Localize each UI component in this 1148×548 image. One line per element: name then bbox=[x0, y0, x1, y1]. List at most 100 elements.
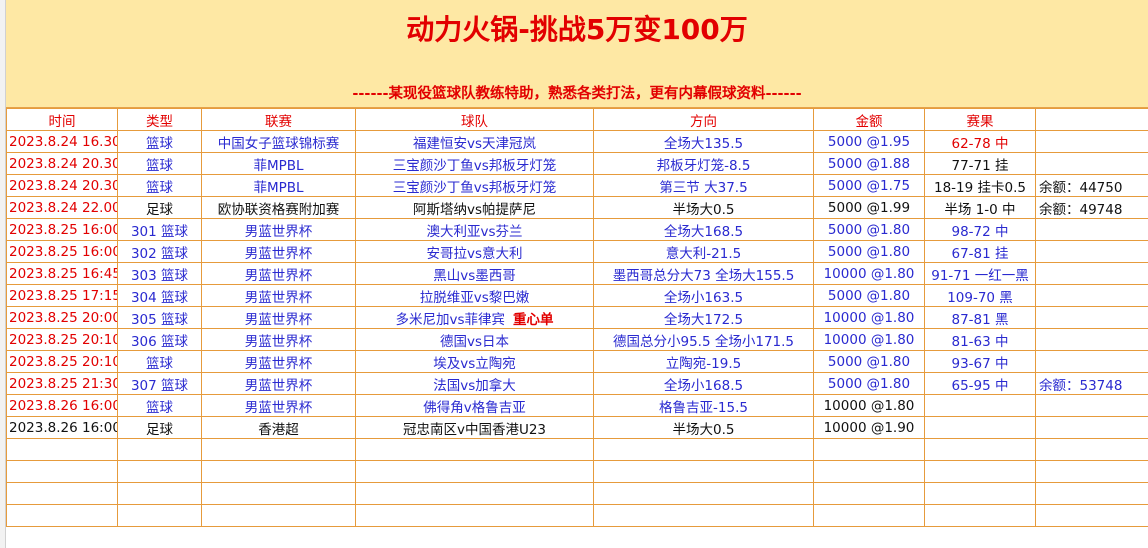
cell-time[interactable]: 2023.8.26 16:00 bbox=[6, 416, 118, 439]
cell-balance[interactable] bbox=[1035, 306, 1148, 329]
cell-type[interactable]: 306 篮球 bbox=[117, 328, 202, 351]
cell-type[interactable]: 篮球 bbox=[117, 130, 202, 153]
cell-result[interactable]: 91-71 一红一黑 bbox=[924, 262, 1036, 285]
cell-league[interactable]: 男蓝世界杯 bbox=[201, 218, 356, 241]
cell-time[interactable]: 2023.8.26 16:00 bbox=[6, 394, 118, 417]
cell-balance[interactable] bbox=[1035, 284, 1148, 307]
cell-league[interactable]: 香港超 bbox=[201, 416, 356, 439]
empty-cell[interactable] bbox=[1035, 504, 1148, 527]
cell-teams[interactable]: 三宝颜沙丁鱼vs邦板牙灯笼 bbox=[355, 152, 594, 175]
empty-cell[interactable] bbox=[813, 438, 925, 461]
cell-type[interactable]: 篮球 bbox=[117, 152, 202, 175]
cell-teams[interactable]: 多米尼加vs菲律宾 重心单 bbox=[355, 306, 594, 329]
cell-league[interactable]: 男蓝世界杯 bbox=[201, 350, 356, 373]
cell-balance[interactable] bbox=[1035, 262, 1148, 285]
empty-cell[interactable] bbox=[355, 504, 594, 527]
empty-cell[interactable] bbox=[593, 460, 814, 483]
cell-time[interactable]: 2023.8.25 20:00 bbox=[6, 306, 118, 329]
empty-cell[interactable] bbox=[117, 460, 202, 483]
cell-time[interactable]: 2023.8.25 16:00 bbox=[6, 218, 118, 241]
cell-teams[interactable]: 法国vs加拿大 bbox=[355, 372, 594, 395]
cell-pick[interactable]: 立陶宛-19.5 bbox=[593, 350, 814, 373]
cell-balance[interactable]: 余额：53748 bbox=[1035, 372, 1148, 395]
empty-cell[interactable] bbox=[117, 504, 202, 527]
cell-pick[interactable]: 第三节 大37.5 bbox=[593, 174, 814, 197]
cell-result[interactable]: 93-67 中 bbox=[924, 350, 1036, 373]
cell-teams[interactable]: 安哥拉vs意大利 bbox=[355, 240, 594, 263]
empty-cell[interactable] bbox=[593, 504, 814, 527]
column-header[interactable]: 时间 bbox=[6, 108, 118, 131]
empty-cell[interactable] bbox=[1035, 438, 1148, 461]
empty-cell[interactable] bbox=[6, 460, 118, 483]
cell-time[interactable]: 2023.8.25 20:10 bbox=[6, 350, 118, 373]
cell-stake[interactable]: 5000 @1.80 bbox=[813, 350, 925, 373]
cell-time[interactable]: 2023.8.24 20.30 bbox=[6, 174, 118, 197]
cell-pick[interactable]: 邦板牙灯笼-8.5 bbox=[593, 152, 814, 175]
cell-balance[interactable] bbox=[1035, 218, 1148, 241]
cell-type[interactable]: 篮球 bbox=[117, 394, 202, 417]
cell-result[interactable] bbox=[924, 416, 1036, 439]
column-header[interactable]: 类型 bbox=[117, 108, 202, 131]
cell-stake[interactable]: 10000 @1.80 bbox=[813, 262, 925, 285]
empty-cell[interactable] bbox=[1035, 460, 1148, 483]
empty-cell[interactable] bbox=[201, 438, 356, 461]
empty-cell[interactable] bbox=[924, 504, 1036, 527]
cell-balance[interactable]: 余额：44750 bbox=[1035, 174, 1148, 197]
empty-cell[interactable] bbox=[924, 438, 1036, 461]
cell-result[interactable]: 98-72 中 bbox=[924, 218, 1036, 241]
cell-stake[interactable]: 5000 @1.88 bbox=[813, 152, 925, 175]
cell-type[interactable]: 305 篮球 bbox=[117, 306, 202, 329]
cell-stake[interactable]: 5000 @1.99 bbox=[813, 196, 925, 219]
cell-pick[interactable]: 半场大0.5 bbox=[593, 196, 814, 219]
cell-stake[interactable]: 5000 @1.80 bbox=[813, 240, 925, 263]
cell-teams[interactable]: 阿斯塔纳vs帕提萨尼 bbox=[355, 196, 594, 219]
cell-stake[interactable]: 10000 @1.80 bbox=[813, 394, 925, 417]
cell-stake[interactable]: 5000 @1.75 bbox=[813, 174, 925, 197]
column-header[interactable]: 金额 bbox=[813, 108, 925, 131]
cell-teams[interactable]: 黑山vs墨西哥 bbox=[355, 262, 594, 285]
cell-result[interactable]: 77-71 挂 bbox=[924, 152, 1036, 175]
empty-cell[interactable] bbox=[201, 504, 356, 527]
cell-stake[interactable]: 5000 @1.95 bbox=[813, 130, 925, 153]
column-header[interactable] bbox=[1035, 108, 1148, 131]
cell-type[interactable]: 篮球 bbox=[117, 350, 202, 373]
column-header[interactable]: 赛果 bbox=[924, 108, 1036, 131]
cell-time[interactable]: 2023.8.24 22.00 bbox=[6, 196, 118, 219]
empty-cell[interactable] bbox=[117, 482, 202, 505]
cell-time[interactable]: 2023.8.25 20:10 bbox=[6, 328, 118, 351]
cell-time[interactable]: 2023.8.25 16:00 bbox=[6, 240, 118, 263]
cell-stake[interactable]: 5000 @1.80 bbox=[813, 218, 925, 241]
cell-league[interactable]: 男蓝世界杯 bbox=[201, 372, 356, 395]
cell-pick[interactable]: 全场小163.5 bbox=[593, 284, 814, 307]
empty-cell[interactable] bbox=[593, 482, 814, 505]
cell-type[interactable]: 303 篮球 bbox=[117, 262, 202, 285]
cell-pick[interactable]: 全场大135.5 bbox=[593, 130, 814, 153]
cell-result[interactable]: 67-81 挂 bbox=[924, 240, 1036, 263]
empty-cell[interactable] bbox=[6, 482, 118, 505]
cell-teams[interactable]: 福建恒安vs天津冠岚 bbox=[355, 130, 594, 153]
banner-merged-cell[interactable]: 动力火锅-挑战5万变100万 ------某现役篮球队教练特助，熟悉各类打法，更… bbox=[6, 0, 1148, 108]
cell-result[interactable]: 18-19 挂卡0.5 bbox=[924, 174, 1036, 197]
cell-teams[interactable]: 佛得角v格鲁吉亚 bbox=[355, 394, 594, 417]
empty-cell[interactable] bbox=[355, 482, 594, 505]
cell-league[interactable]: 菲MPBL bbox=[201, 174, 356, 197]
cell-stake[interactable]: 10000 @1.80 bbox=[813, 328, 925, 351]
cell-balance[interactable] bbox=[1035, 350, 1148, 373]
cell-time[interactable]: 2023.8.25 16:45 bbox=[6, 262, 118, 285]
cell-balance[interactable] bbox=[1035, 152, 1148, 175]
cell-result[interactable]: 109-70 黑 bbox=[924, 284, 1036, 307]
cell-type[interactable]: 307 篮球 bbox=[117, 372, 202, 395]
cell-balance[interactable]: 余额：49748 bbox=[1035, 196, 1148, 219]
empty-cell[interactable] bbox=[6, 438, 118, 461]
cell-type[interactable]: 304 篮球 bbox=[117, 284, 202, 307]
cell-type[interactable]: 301 篮球 bbox=[117, 218, 202, 241]
empty-cell[interactable] bbox=[924, 460, 1036, 483]
cell-balance[interactable] bbox=[1035, 240, 1148, 263]
cell-pick[interactable]: 全场大172.5 bbox=[593, 306, 814, 329]
cell-league[interactable]: 男蓝世界杯 bbox=[201, 394, 356, 417]
cell-league[interactable]: 男蓝世界杯 bbox=[201, 328, 356, 351]
cell-pick[interactable]: 格鲁吉亚-15.5 bbox=[593, 394, 814, 417]
cell-league[interactable]: 欧协联资格赛附加赛 bbox=[201, 196, 356, 219]
empty-cell[interactable] bbox=[813, 460, 925, 483]
empty-cell[interactable] bbox=[117, 438, 202, 461]
